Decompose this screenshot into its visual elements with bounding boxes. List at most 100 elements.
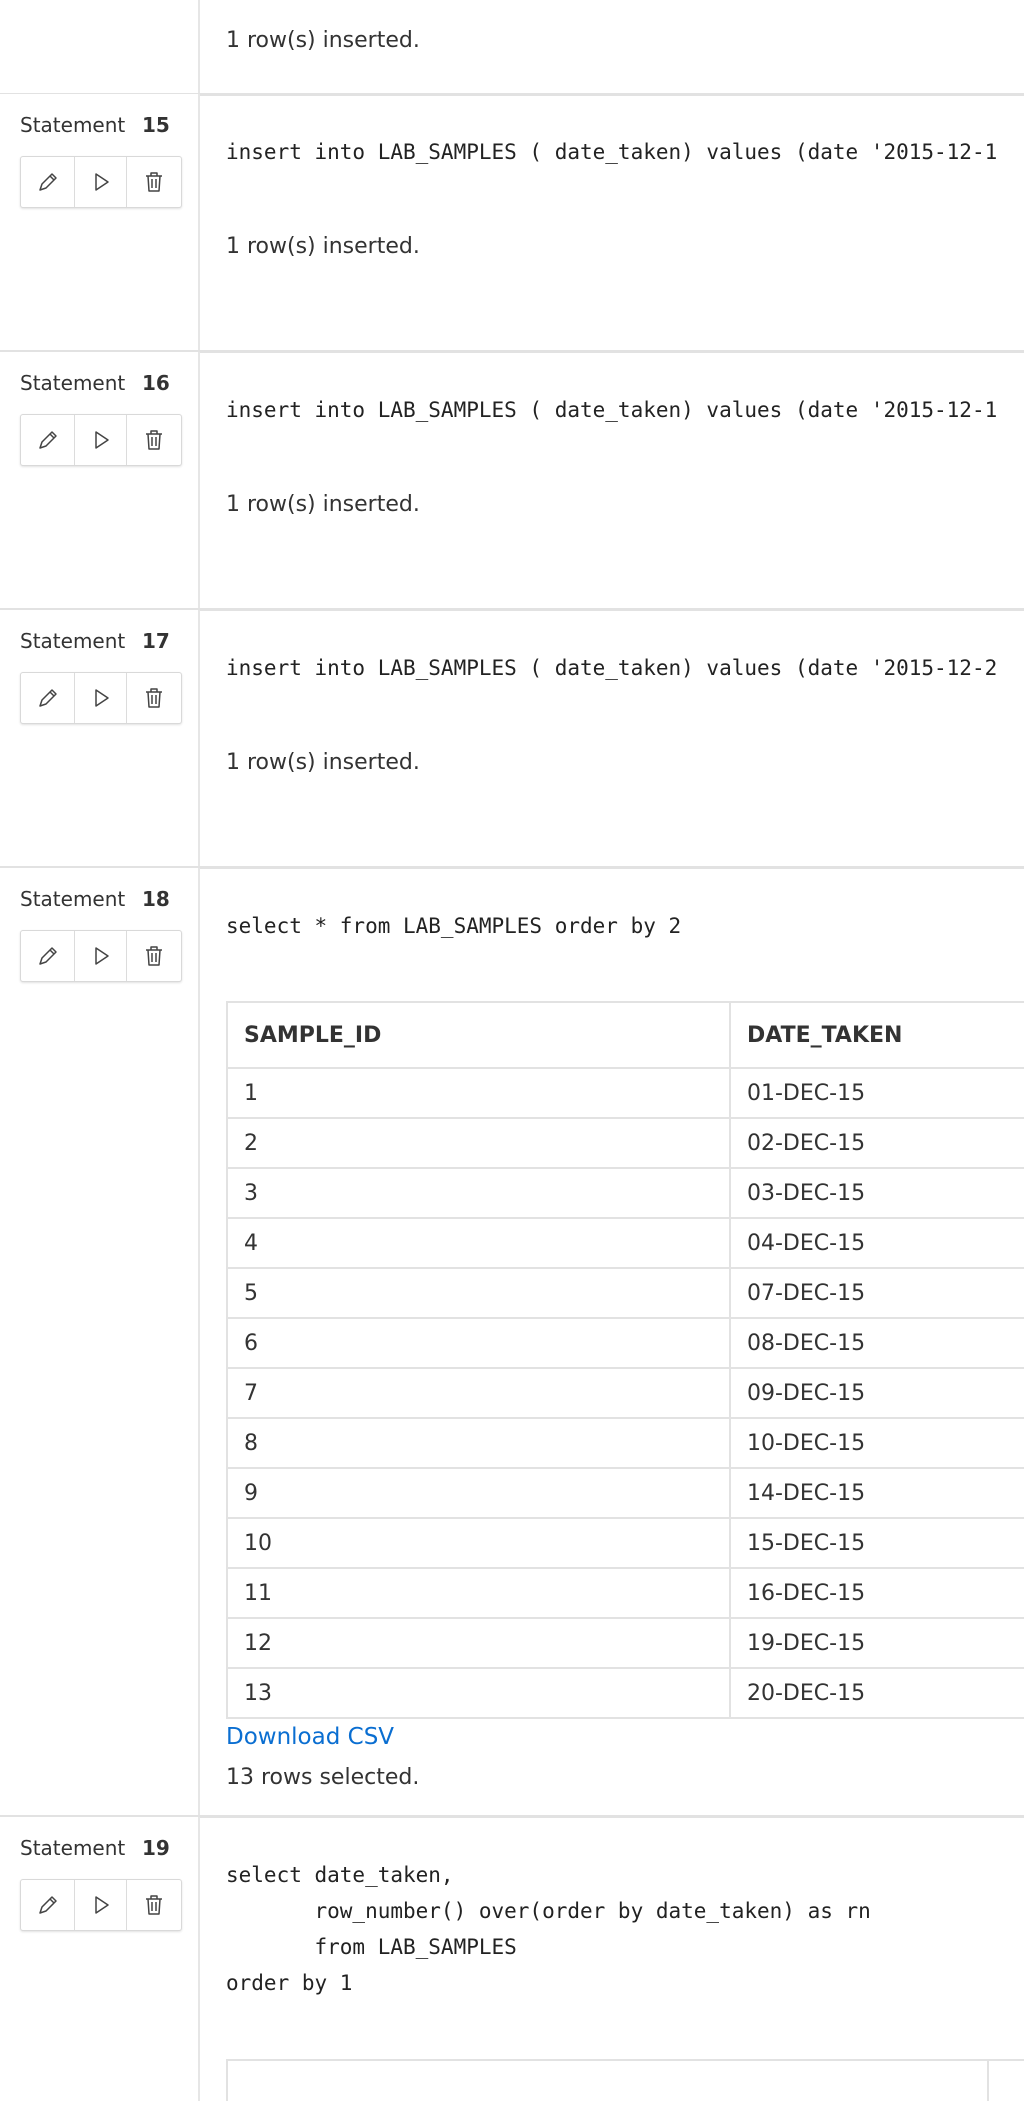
statement-gutter: Statement 17: [0, 610, 200, 866]
download-csv-link[interactable]: Download CSV: [226, 1724, 394, 1750]
table-row: 13 20-DEC-15: [226, 1667, 1024, 1719]
statement-message: 1 row(s) inserted.: [226, 234, 420, 259]
table-cell: 8: [226, 1417, 731, 1469]
statement-toolbar: [20, 414, 182, 466]
table-cell: 03-DEC-15: [729, 1167, 1024, 1219]
statement-body: select date_taken, row_number() over(ord…: [202, 1817, 1024, 2101]
statement-body: select * from LAB_SAMPLES order by 2 SAM…: [202, 868, 1024, 1815]
table-row: 3 03-DEC-15: [226, 1167, 1024, 1219]
statement-body: insert into LAB_SAMPLES ( date_taken) va…: [202, 610, 1024, 866]
trash-icon: [145, 172, 162, 192]
result-table: SAMPLE_ID DATE_TAKEN 1 01-DEC-15 2 02-DEC-…: [226, 1001, 1024, 1719]
column-divider: [987, 2061, 989, 2101]
table-cell: 12: [226, 1617, 731, 1669]
table-cell: 09-DEC-15: [729, 1367, 1024, 1419]
delete-button[interactable]: [127, 1880, 180, 1930]
statement-label: Statement: [20, 1836, 126, 1860]
column-header: SAMPLE_ID: [226, 1001, 731, 1069]
run-button[interactable]: [74, 1880, 127, 1930]
statement-number: 19: [142, 1836, 170, 1860]
delete-button[interactable]: [127, 673, 180, 723]
table-row: 12 19-DEC-15: [226, 1617, 1024, 1669]
play-icon: [94, 173, 109, 191]
edit-button[interactable]: [21, 931, 74, 981]
table-row: 11 16-DEC-15: [226, 1567, 1024, 1619]
edit-button[interactable]: [21, 415, 74, 465]
play-icon: [94, 1896, 109, 1914]
table-cell: 08-DEC-15: [729, 1317, 1024, 1369]
edit-button[interactable]: [21, 673, 74, 723]
table-cell: 14-DEC-15: [729, 1467, 1024, 1519]
pencil-icon: [38, 431, 57, 449]
table-row: 8 10-DEC-15: [226, 1417, 1024, 1469]
statement-label: Statement: [20, 887, 126, 911]
statement-body: insert into LAB_SAMPLES ( date_taken) va…: [202, 352, 1024, 608]
trash-icon: [145, 946, 162, 966]
sql-code[interactable]: insert into LAB_SAMPLES ( date_taken) va…: [226, 392, 997, 428]
statement-gutter: [0, 0, 200, 93]
pencil-icon: [38, 1896, 57, 1914]
run-button[interactable]: [74, 415, 127, 465]
sql-code-line[interactable]: order by 1: [226, 1965, 352, 2001]
delete-button[interactable]: [127, 931, 180, 981]
table-row: 5 07-DEC-15: [226, 1267, 1024, 1319]
play-icon: [94, 689, 109, 707]
run-button[interactable]: [74, 673, 127, 723]
sql-code-line[interactable]: select date_taken,: [226, 1857, 454, 1893]
sql-code-line[interactable]: from LAB_SAMPLES: [226, 1929, 517, 1965]
table-row: 7 09-DEC-15: [226, 1367, 1024, 1419]
sql-code-line[interactable]: row_number() over(order by date_taken) a…: [226, 1893, 871, 1929]
table-cell: 9: [226, 1467, 731, 1519]
play-icon: [94, 947, 109, 965]
sql-code[interactable]: insert into LAB_SAMPLES ( date_taken) va…: [226, 650, 997, 686]
statement-toolbar: [20, 672, 182, 724]
statement-toolbar: [20, 1879, 182, 1931]
table-header-row: SAMPLE_ID DATE_TAKEN: [226, 1001, 1024, 1069]
table-cell: 20-DEC-15: [729, 1667, 1024, 1719]
statement-number: 18: [142, 887, 170, 911]
statement-body: insert into LAB_SAMPLES ( date_taken) va…: [202, 94, 1024, 350]
statement-block: Statement 16 insert into LAB_SAMPLES ( d…: [0, 352, 1024, 611]
delete-button[interactable]: [127, 157, 180, 207]
statement-message: 1 row(s) inserted.: [226, 750, 420, 775]
delete-button[interactable]: [127, 415, 180, 465]
sql-code[interactable]: select * from LAB_SAMPLES order by 2: [226, 908, 681, 944]
trash-icon: [145, 430, 162, 450]
statement-gutter: Statement 16: [0, 352, 200, 608]
result-table-partial: [226, 2059, 1024, 2101]
statement-number: 17: [142, 629, 170, 653]
statement-gutter: Statement 19: [0, 1817, 200, 2101]
edit-button[interactable]: [21, 1880, 74, 1930]
pencil-icon: [38, 947, 57, 965]
table-cell: 6: [226, 1317, 731, 1369]
statement-block: 1 row(s) inserted.: [0, 0, 1024, 96]
statement-gutter: Statement 15: [0, 94, 200, 350]
edit-button[interactable]: [21, 157, 74, 207]
table-cell: 16-DEC-15: [729, 1567, 1024, 1619]
statement-number: 16: [142, 371, 170, 395]
statement-label: Statement: [20, 629, 126, 653]
table-row: 6 08-DEC-15: [226, 1317, 1024, 1369]
column-header: DATE_TAKEN: [729, 1001, 1024, 1069]
pencil-icon: [38, 689, 57, 707]
statement-toolbar: [20, 930, 182, 982]
table-row: 9 14-DEC-15: [226, 1467, 1024, 1519]
run-button[interactable]: [74, 931, 127, 981]
table-cell: 07-DEC-15: [729, 1267, 1024, 1319]
table-cell: 10-DEC-15: [729, 1417, 1024, 1469]
trash-icon: [145, 1895, 162, 1915]
statement-block: Statement 17 insert into LAB_SAMPLES ( d…: [0, 610, 1024, 869]
sql-code[interactable]: insert into LAB_SAMPLES ( date_taken) va…: [226, 134, 997, 170]
statement-message: 1 row(s) inserted.: [226, 492, 420, 517]
table-cell: 7: [226, 1367, 731, 1419]
table-cell: 15-DEC-15: [729, 1517, 1024, 1569]
table-row: 10 15-DEC-15: [226, 1517, 1024, 1569]
pencil-icon: [38, 173, 57, 191]
statement-body: 1 row(s) inserted.: [202, 0, 1024, 93]
table-row: 1 01-DEC-15: [226, 1067, 1024, 1119]
statement-number: 15: [142, 113, 170, 137]
table-cell: 02-DEC-15: [729, 1117, 1024, 1169]
statement-gutter: Statement 18: [0, 868, 200, 1815]
table-cell: 2: [226, 1117, 731, 1169]
run-button[interactable]: [74, 157, 127, 207]
